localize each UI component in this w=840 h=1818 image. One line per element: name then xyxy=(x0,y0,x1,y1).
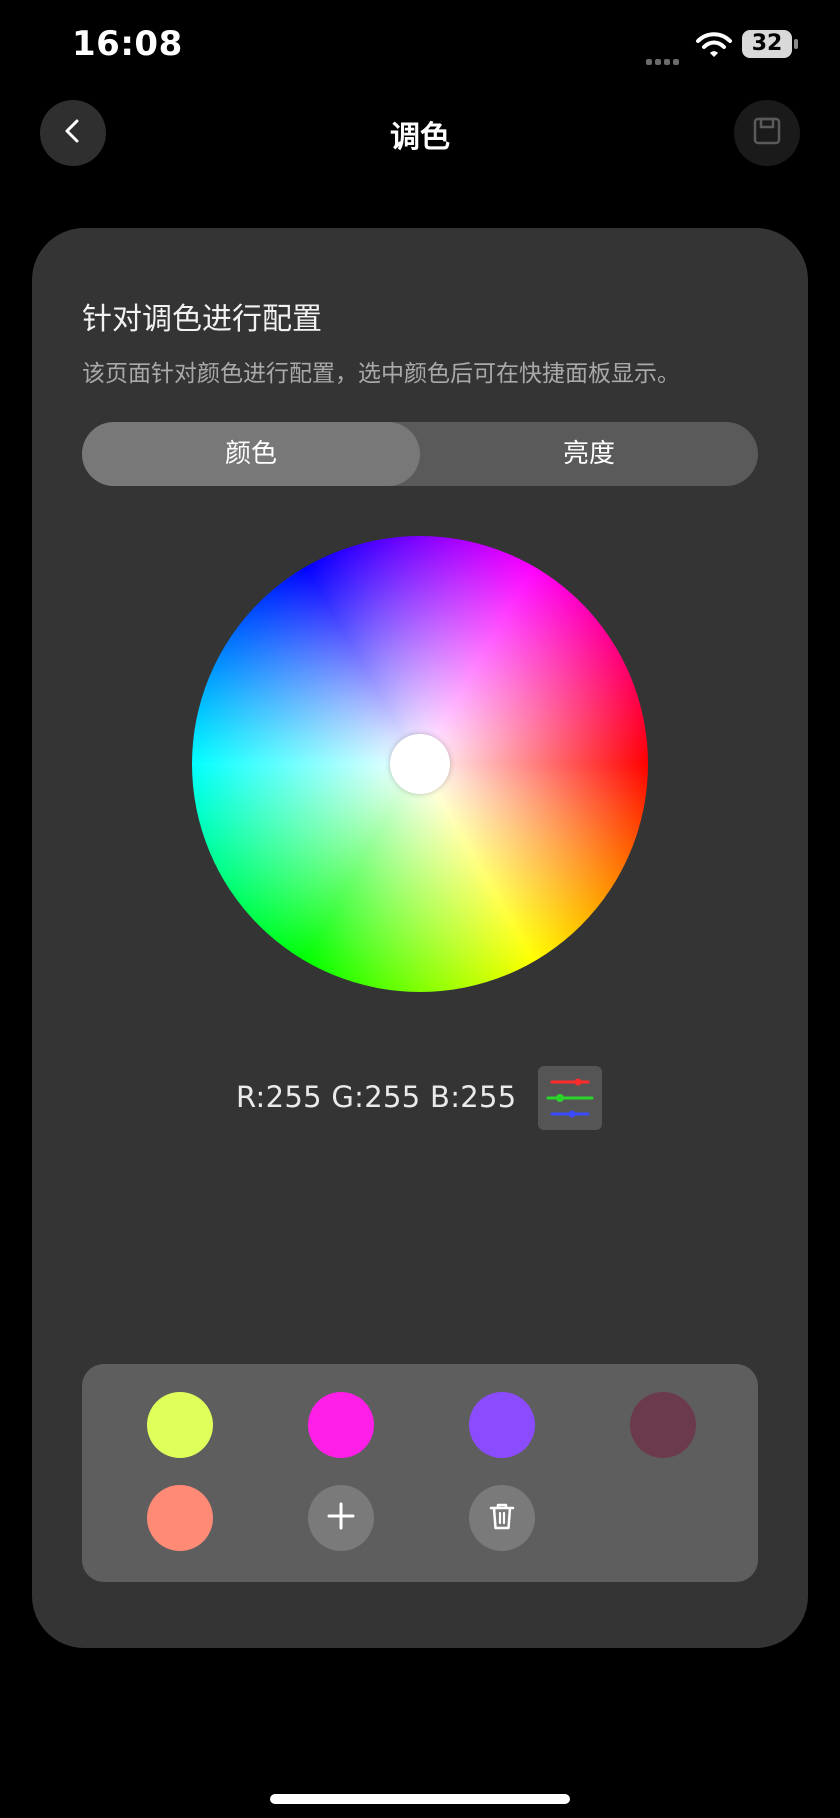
mode-segmented-control: 颜色 亮度 xyxy=(82,422,758,486)
save-button[interactable] xyxy=(734,100,800,166)
color-presets-panel xyxy=(82,1364,758,1582)
battery-icon: 32 xyxy=(742,30,798,58)
add-color-button[interactable] xyxy=(308,1485,374,1551)
plus-icon xyxy=(324,1499,358,1537)
status-time: 16:08 xyxy=(72,24,183,64)
color-swatch[interactable] xyxy=(147,1392,213,1458)
color-swatch[interactable] xyxy=(147,1485,213,1551)
tab-color[interactable]: 颜色 xyxy=(82,422,420,486)
home-indicator[interactable] xyxy=(270,1794,570,1804)
rgb-adjust-button[interactable] xyxy=(538,1066,602,1130)
status-bar: 16:08 32 xyxy=(0,0,840,90)
card-description: 该页面针对颜色进行配置，选中颜色后可在快捷面板显示。 xyxy=(82,361,680,387)
rgb-readout: R:255 G:255 B:255 xyxy=(236,1080,517,1114)
color-swatch[interactable] xyxy=(630,1392,696,1458)
page-title: 调色 xyxy=(390,120,450,155)
trash-icon xyxy=(485,1499,519,1537)
save-icon xyxy=(752,116,782,150)
delete-color-button[interactable] xyxy=(469,1485,535,1551)
color-swatch[interactable] xyxy=(308,1392,374,1458)
color-swatch[interactable] xyxy=(469,1392,535,1458)
rgb-sliders-icon xyxy=(538,1078,602,1134)
screen: 16:08 32 调色 针对调色进行配置 该页面针对颜色进行配置，选中颜色后可在… xyxy=(0,0,840,1818)
card-title: 针对调色进行配置 xyxy=(82,302,322,337)
cellular-signal-icon xyxy=(646,50,686,65)
color-config-card: 针对调色进行配置 该页面针对颜色进行配置，选中颜色后可在快捷面板显示。 颜色 亮… xyxy=(32,228,808,1648)
wifi-icon xyxy=(694,30,734,60)
color-wheel[interactable] xyxy=(192,536,648,992)
color-wheel-handle[interactable] xyxy=(390,734,450,794)
tab-brightness[interactable]: 亮度 xyxy=(420,422,758,486)
